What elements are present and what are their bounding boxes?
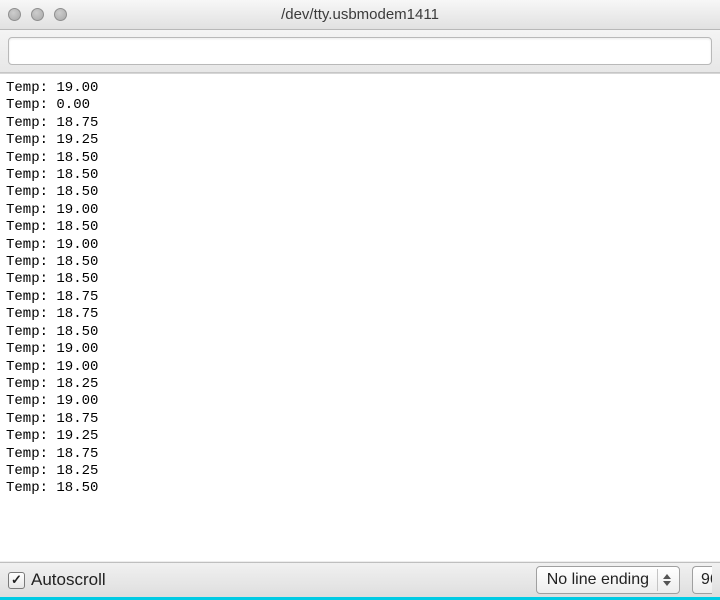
line-ending-select[interactable]: No line ending (536, 566, 680, 594)
baud-rate-select[interactable]: 96 (692, 566, 712, 594)
close-button[interactable] (8, 8, 21, 21)
line-ending-value: No line ending (547, 571, 649, 589)
baud-rate-value: 96 (701, 571, 712, 589)
autoscroll-checkbox[interactable]: ✓ Autoscroll (8, 570, 106, 590)
bottom-toolbar: ✓ Autoscroll No line ending 96 (0, 562, 720, 600)
zoom-button[interactable] (54, 8, 67, 21)
serial-output[interactable]: Temp: 19.00 Temp: 0.00 Temp: 18.75 Temp:… (0, 73, 720, 561)
minimize-button[interactable] (31, 8, 44, 21)
titlebar: /dev/tty.usbmodem1411 (0, 0, 720, 30)
autoscroll-label: Autoscroll (31, 570, 106, 590)
serial-input[interactable] (8, 37, 712, 65)
serial-input-row (0, 30, 720, 73)
window-title: /dev/tty.usbmodem1411 (0, 6, 720, 23)
window-controls (8, 8, 67, 21)
select-arrows-icon (657, 569, 675, 591)
checkbox-icon: ✓ (8, 572, 25, 589)
